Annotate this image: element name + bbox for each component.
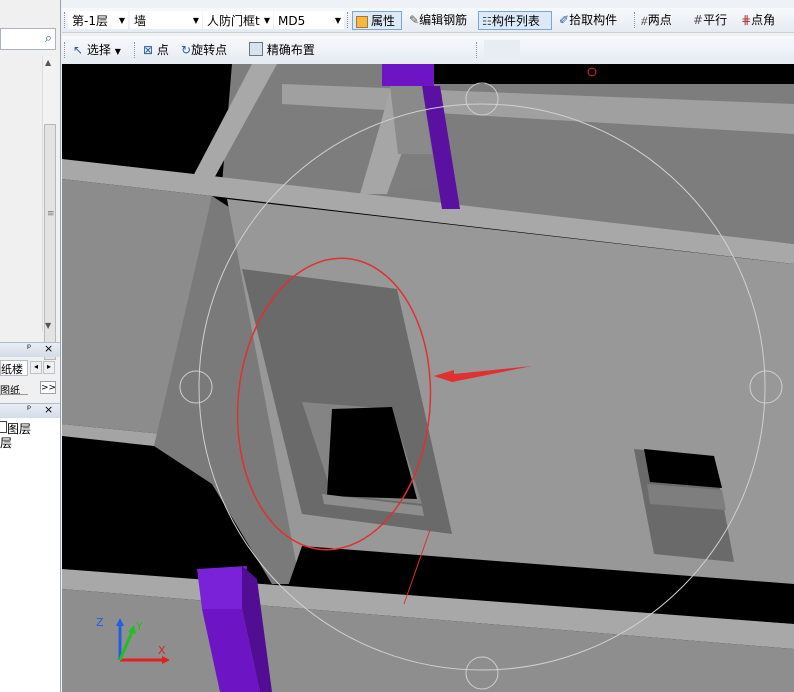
3d-viewport[interactable]: X Y Z <box>62 64 794 692</box>
rotate-icon: ↻ <box>181 43 192 57</box>
3d-scene <box>62 64 794 692</box>
layer-list-title: ᵖ × <box>0 403 60 418</box>
pencil-icon: ✎ <box>409 13 420 27</box>
search-icon[interactable]: ⌕ <box>45 31 52 46</box>
point-button[interactable]: ⊠ 点 <box>140 41 178 60</box>
component-toolbar: 第-1层 ▼ 墙 ▼ 人防门框t ▼ MD5 ▼ 属性 ✎编辑钢筋 ☷构件列表 ✐拾取构… <box>62 8 794 33</box>
point-angle-button[interactable]: ⋕点角 <box>738 11 794 30</box>
axis-z-label: Z <box>96 616 104 629</box>
precise-placement-icon <box>249 42 263 56</box>
axis-x-label: X <box>158 644 166 657</box>
chevron-down-icon: ▼ <box>192 16 199 25</box>
drawings-row[interactable]: 图纸 <box>0 382 28 395</box>
point-icon: ⊠ <box>143 43 154 57</box>
axis-y-label: Y <box>136 620 143 633</box>
chevron-down-icon: ▼ <box>334 16 341 25</box>
pick-component-button[interactable]: ✐拾取构件 <box>556 11 630 30</box>
layer-panel-title: ᵖ × <box>0 342 60 357</box>
toolbar-grip[interactable] <box>64 42 68 58</box>
select-button[interactable]: ↖ 选择 ▼ <box>70 41 130 60</box>
tab-scroll-right-icon[interactable]: ▸ <box>43 361 55 374</box>
parallel-icon: # <box>693 13 704 27</box>
toolbar-spacer <box>484 40 520 60</box>
draw-toolbar: ↖ 选择 ▼ ⊠ 点 ↻旋转点 精确布置 <box>62 36 794 65</box>
toolbar-grip[interactable] <box>476 42 480 58</box>
list-icon: ☷ <box>482 15 492 28</box>
axis-indicator: X Y Z <box>92 616 172 676</box>
chevron-down-icon: ▼ <box>263 16 270 25</box>
tab-scroll-left-icon[interactable]: ◂ <box>30 361 42 374</box>
floor-select[interactable]: 第-1层 ▼ <box>68 11 128 29</box>
column <box>382 64 434 86</box>
tree-scrollbar[interactable]: ▲ ≡ ▼ <box>42 56 57 360</box>
properties-icon <box>356 16 368 28</box>
search-input[interactable]: ⌕ <box>0 28 56 50</box>
top-toolbar-strip <box>0 0 794 8</box>
left-panel: ⌕ ▲ ≡ ▼ ᵖ × 纸楼 ◂ ▸ 图纸 >> ᵖ × 图层 层 <box>0 0 61 692</box>
close-icon[interactable]: × <box>44 403 53 416</box>
eyedropper-icon: ✐ <box>559 13 570 27</box>
pin-icon[interactable]: ᵖ <box>27 343 31 354</box>
toolbar-grip[interactable] <box>347 12 351 28</box>
tab-drawings[interactable]: 纸楼 <box>0 360 28 376</box>
chevron-down-icon: ▼ <box>118 16 125 25</box>
layer-item[interactable]: 层 <box>0 434 12 451</box>
component-select[interactable]: 人防门框t ▼ <box>203 11 273 29</box>
close-icon[interactable]: × <box>44 342 53 355</box>
point-angle-icon: ⋕ <box>741 13 752 27</box>
cursor-icon: ↖ <box>73 43 84 57</box>
pin-icon[interactable]: ᵖ <box>27 404 31 415</box>
component-list-button[interactable]: ☷构件列表 <box>478 11 552 30</box>
type-select[interactable]: 墙 ▼ <box>130 11 202 29</box>
two-point-button[interactable]: ⧣两点 <box>638 11 686 30</box>
parallel-button[interactable]: #平行 <box>690 11 736 30</box>
toolbar-grip[interactable] <box>134 42 138 58</box>
precise-placement-button[interactable]: 精确布置 <box>246 41 322 60</box>
expand-button[interactable]: >> <box>40 381 56 394</box>
code-select[interactable]: MD5 ▼ <box>274 11 344 29</box>
properties-button[interactable]: 属性 <box>352 11 402 30</box>
rotate-point-button[interactable]: ↻旋转点 <box>178 41 242 60</box>
chevron-down-icon: ▼ <box>114 47 121 56</box>
edit-rebar-button[interactable]: ✎编辑钢筋 <box>406 11 478 30</box>
column <box>197 566 247 609</box>
layer-list: 图层 层 <box>0 418 60 692</box>
scroll-down-icon[interactable]: ▼ <box>45 321 51 330</box>
two-point-icon: ⧣ <box>641 13 648 27</box>
scroll-up-icon[interactable]: ▲ <box>45 58 51 67</box>
